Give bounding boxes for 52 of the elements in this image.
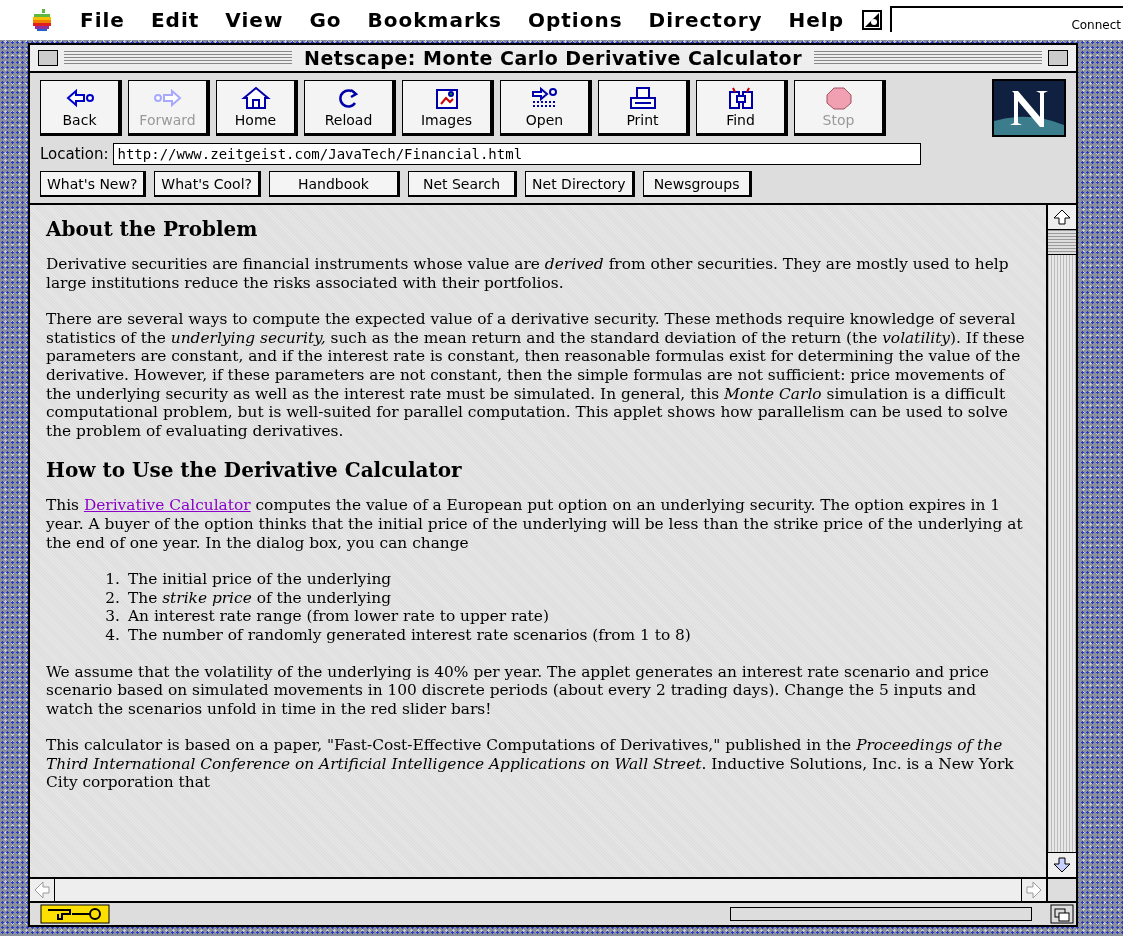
section-heading: How to Use the Derivative Calculator	[46, 458, 463, 483]
list-item-text: The number of randomly generated interest rate scenarios (from 1 to 8)	[128, 625, 691, 645]
list-number: 3.	[104, 607, 120, 626]
directory-button[interactable]: Net Directory	[525, 171, 635, 197]
window-title: Netscape: Monte Carlo Derivative Calculator	[303, 47, 803, 69]
apple-logo-icon[interactable]	[32, 8, 52, 32]
menu-item[interactable]: File	[80, 8, 125, 32]
toolbar-button[interactable]: Images	[402, 80, 494, 136]
menu-item[interactable]: Directory	[648, 8, 763, 32]
directory-button[interactable]: What's Cool?	[154, 171, 261, 197]
directory-button[interactable]: Handbook	[268, 171, 400, 197]
menu-item[interactable]: View	[225, 8, 284, 32]
location-label: Location:	[40, 145, 109, 163]
vertical-scrollbar[interactable]	[1046, 205, 1076, 877]
list-item-text: The strike price of the underlying	[128, 588, 392, 608]
list-number: 1.	[104, 570, 120, 589]
toolbar-button[interactable]: Reload	[304, 80, 396, 136]
body-paragraph: This Derivative Calculator computes the value of a European put option on an underlying security. The option expires in 1 year. A buyer of the option thinks that the initial price of the underlying will be less than the strike price of the underlying at the end of one year. In the dialog box, you can change	[46, 496, 1024, 553]
close-box[interactable]	[38, 50, 58, 66]
menu-item[interactable]: Go	[309, 8, 342, 32]
menu-item[interactable]: Edit	[150, 8, 200, 32]
body-paragraph: Derivative securities are financial instruments whose value are derived from other securities. They are mostly used to help large institutions reduce the risks associated with their portfolios.	[46, 255, 1010, 293]
location-field[interactable]: http://www.zeitgeist.com/JavaTech/Financial.html	[112, 143, 921, 165]
list-number: 2.	[104, 588, 120, 608]
app-menu-icon[interactable]	[862, 10, 883, 30]
toolbar-button[interactable]: Find	[696, 80, 788, 136]
toolbar-button[interactable]: Back	[40, 80, 122, 136]
body-paragraph: This calculator is based on a paper, "Fast-Cost-Effective Computations of Derivatives," published in the Proceedings of the Third International Conference on Artificial Intelligence Applications on Wall Street. Inductive Solutions, Inc. is a New York City corporation that	[46, 736, 1015, 793]
scroll-thumb[interactable]	[1048, 230, 1076, 255]
house-icon	[239, 86, 272, 110]
security-key-icon	[40, 904, 110, 924]
toolbar-button[interactable]: Home	[216, 80, 298, 136]
menu-item[interactable]: Bookmarks	[367, 8, 502, 32]
directory-button[interactable]: Newsgroups	[642, 171, 753, 197]
resize-handle-icon[interactable]	[1050, 904, 1074, 924]
list-item-text: The initial price of the underlying	[128, 570, 392, 589]
body-paragraph: We assume that the volatility of the underlying is 40% per year. The applet generates an interest rate scenario and price scenario based on simulated movements in 100 discrete periods (about every 2 trading days). Change the 5 inputs and watch the scenarios unfold in time in the red slider bars!	[46, 662, 990, 719]
section-heading: About the Problem	[46, 217, 259, 241]
directory-button[interactable]: What's New?	[40, 171, 147, 197]
connection-status: Connect	[890, 6, 1123, 32]
horizontal-scrollbar[interactable]	[30, 877, 1076, 903]
right-arrow-icon	[151, 86, 184, 110]
list-number: 4.	[104, 625, 120, 645]
toolbar-button[interactable]: Open	[500, 80, 592, 136]
menu-item[interactable]: Options	[527, 8, 623, 32]
zoom-box[interactable]	[1048, 50, 1068, 66]
toolbar-button[interactable]: Print	[598, 80, 690, 136]
list-item-text: An interest rate range (from lower rate to upper rate)	[128, 607, 549, 626]
body-paragraph: There are several ways to compute the expected value of a derivative security. These methods require knowledge of several statistics of the underlying security, such as the mean return and the standard deviation of the return (the volatility). If these parameters are constant, and if the interest rate is constant, then reasonable formulas exist for determining the value of the derivative. However, if these parameters are not constant, then the simple formulas are not sufficient: price movements of the underlying security as well as the interest rate must be simulated. In general, this Monte Carlo simulation is a difficult computational problem, but is well-suited for parallel computation. This applet shows how parallelism can be used to solve the problem of evaluating derivatives.	[46, 310, 1026, 441]
calculator-link[interactable]: Derivative Calculator	[83, 496, 251, 515]
directory-button[interactable]: Net Search	[407, 171, 518, 197]
menu-item[interactable]: Help	[788, 8, 845, 32]
